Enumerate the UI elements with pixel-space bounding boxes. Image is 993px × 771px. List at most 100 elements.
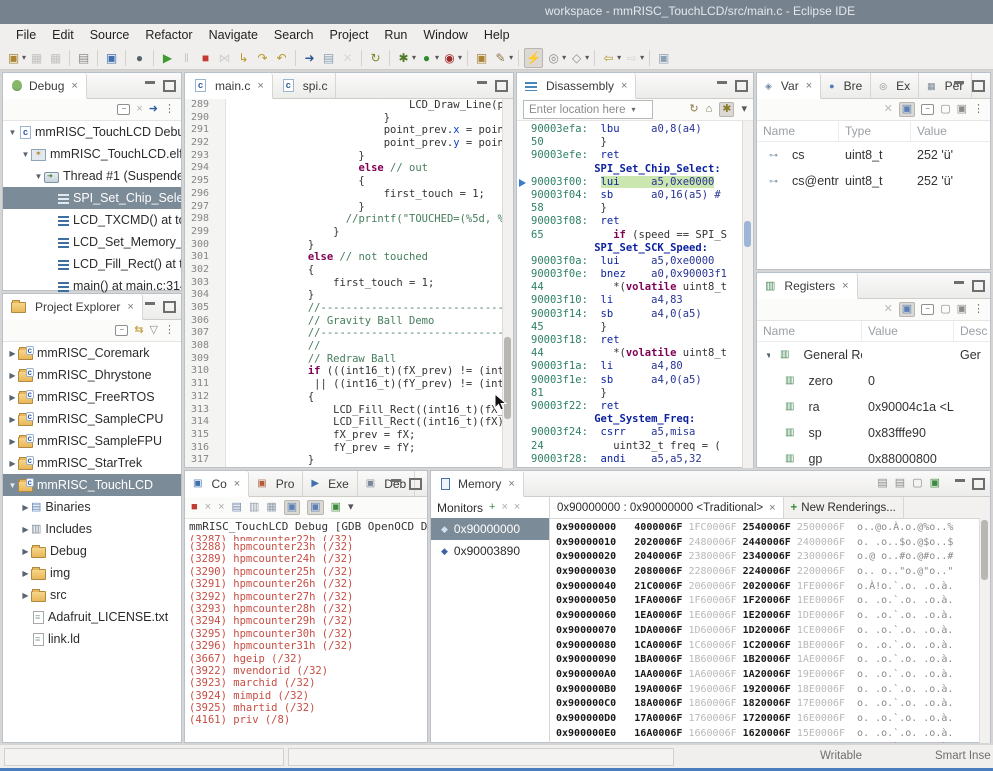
menu-source[interactable]: Source [82, 26, 138, 44]
expander-icon[interactable]: ▶ [7, 393, 18, 402]
editor-tab-spi.c[interactable]: spi.c [273, 73, 337, 98]
minimize-icon[interactable] [955, 479, 965, 482]
code-line-303[interactable]: 303 first_touch = 1; [185, 277, 513, 290]
debug-node-lcd-txcmd-at-tou[interactable]: LCD_TXCMD() at tou [3, 209, 181, 231]
remove-all-launches-icon[interactable]: × [218, 502, 224, 513]
project-node-mmrisc-dhrystone[interactable]: ▶mmRISC_Dhrystone [3, 364, 181, 386]
menu-refactor[interactable]: Refactor [137, 26, 200, 44]
code-line-294[interactable]: 294 else // out [185, 162, 513, 175]
project-node-mmrisc-freertos[interactable]: ▶mmRISC_FreeRTOS [3, 386, 181, 408]
code-line-306[interactable]: 306 // Gravity Ball Demo [185, 315, 513, 328]
annotation-dropdown[interactable]: ▾ [585, 53, 589, 62]
code-line-315[interactable]: 315 fX_prev = fX; [185, 429, 513, 442]
settings-dropdown[interactable]: ▾ [741, 104, 747, 115]
terminate-icon[interactable]: ■ [197, 49, 214, 67]
code-line-310[interactable]: 310 if (((int16_t)(fX_prev) != (int16_t [185, 365, 513, 378]
code-line-314[interactable]: 314 LCD_Fill_Rect((int16_t)(fX), [185, 416, 513, 429]
disassembly-line[interactable]: 90003f0e: bnez a0,0x90003f1 [517, 268, 753, 281]
maximize-icon[interactable] [972, 280, 985, 292]
project-node-mmrisc-samplefpu[interactable]: ▶mmRISC_SampleFPU [3, 430, 181, 452]
collapse-all-icon[interactable]: − [117, 104, 130, 115]
clear-console-icon[interactable]: ▤ [232, 502, 242, 513]
close-icon[interactable]: × [842, 280, 848, 292]
expander-icon[interactable]: ▼ [33, 172, 44, 181]
remove-launch-icon[interactable]: × [205, 502, 211, 513]
menu-run[interactable]: Run [376, 26, 415, 44]
minimize-icon[interactable] [391, 479, 401, 482]
menu-file[interactable]: File [8, 26, 44, 44]
disassembly-line[interactable]: 44 *(volatile uint8_t [517, 347, 753, 360]
tab-problems[interactable]: ▣Pro [249, 471, 303, 496]
menu-window[interactable]: Window [415, 26, 475, 44]
word-wrap-icon[interactable]: ▦ [266, 502, 276, 513]
run-dropdown[interactable]: ▾ [435, 53, 439, 62]
maximize-icon[interactable] [972, 80, 985, 92]
disassembly-line[interactable]: 50 } [517, 136, 753, 149]
project-node-adafruit-license-txt[interactable]: Adafruit_LICENSE.txt [3, 606, 181, 628]
location-input[interactable]: Enter location here ▾ [523, 100, 653, 119]
project-node-mmrisc-samplecpu[interactable]: ▶mmRISC_SampleCPU [3, 408, 181, 430]
disassembly-line[interactable]: 81 } [517, 387, 753, 400]
disassembly-line[interactable]: 90003f10: li a4,83 [517, 294, 753, 307]
forward-dropdown[interactable]: ▾ [640, 53, 644, 62]
memory-row-0x900000E0[interactable]: 0x900000E0 16A0006F 1660006F 1620006F 15… [550, 727, 990, 742]
remove-terminated-icon[interactable]: × [136, 104, 142, 115]
maximize-icon[interactable] [163, 80, 176, 92]
coverage-icon[interactable]: ◉ [441, 49, 458, 67]
code-line-301[interactable]: 301 else // not touched [185, 251, 513, 264]
disassembly-line[interactable]: 90003f14: sb a4,0(a5) [517, 308, 753, 321]
expander-icon[interactable]: ▶ [7, 459, 18, 468]
expander-icon[interactable]: ▶ [20, 503, 31, 512]
close-icon[interactable]: × [806, 80, 812, 92]
code-line-293[interactable]: 293 } [185, 150, 513, 163]
new-wizard-icon[interactable]: ▣ [5, 49, 22, 67]
disassembly-line[interactable]: 90003f04: sb a0,16(a5) # [517, 189, 753, 202]
project-node-mmrisc-startrek[interactable]: ▶mmRISC_StarTrek [3, 452, 181, 474]
tab-memory[interactable]: Memory × [431, 471, 524, 497]
variable-row-cs@entr[interactable]: ⊶cs@entruint8_t252 'ü' [757, 168, 990, 194]
tab-var[interactable]: ◈Var× [757, 73, 821, 99]
memory-row-0x90000060[interactable]: 0x90000060 1EA0006F 1E60006F 1E20006F 1D… [550, 609, 990, 624]
view-menu-icon[interactable]: ⋮ [973, 104, 984, 115]
open-console-icon[interactable]: ▣ [103, 49, 120, 67]
memory-row-0x90000030[interactable]: 0x90000030 2080006F 2280006F 2240006F 22… [550, 565, 990, 580]
project-node-debug[interactable]: ▶Debug [3, 540, 181, 562]
close-icon[interactable]: × [71, 80, 77, 92]
memory-row-0x900000D0[interactable]: 0x900000D0 17A0006F 1760006F 1720006F 16… [550, 712, 990, 727]
disassembly-line[interactable]: 90003f24: csrr a5,misa [517, 426, 753, 439]
minimize-icon[interactable] [477, 81, 487, 84]
disconnect-icon[interactable]: ⋈ [216, 49, 233, 67]
memory-row-0x900000C0[interactable]: 0x900000C0 18A0006F 1860006F 1820006F 17… [550, 697, 990, 712]
register-row-sp[interactable]: ▥sp0x83fffe90 [757, 420, 990, 446]
register-row-general-regi[interactable]: ▼▥General RegiGer [757, 342, 990, 368]
memory-row-0x90000000[interactable]: 0x90000000 4000006F 1FC0006F 2540006F 25… [550, 521, 990, 536]
save-all-icon[interactable]: ▦ [47, 49, 64, 67]
debug-node-lcd-set-memory-w[interactable]: LCD_Set_Memory_W [3, 231, 181, 253]
project-node-link-ld[interactable]: link.ld [3, 628, 181, 650]
disassembly-line[interactable]: 65 if (speed == SPI_S [517, 229, 753, 242]
code-line-317[interactable]: 317 } [185, 454, 513, 467]
project-dropdown[interactable]: ▾ [509, 53, 513, 62]
menu-navigate[interactable]: Navigate [201, 26, 266, 44]
last-edit-location-icon[interactable]: ▣ [655, 49, 672, 67]
filter-icon[interactable]: ▽ [150, 325, 158, 336]
tab-ex[interactable]: ◎Ex [871, 73, 919, 98]
debug-dropdown[interactable]: ▾ [412, 53, 416, 62]
code-line-302[interactable]: 302 { [185, 264, 513, 277]
project-node-includes[interactable]: ▶▥Includes [3, 518, 181, 540]
new-watch-icon[interactable]: ▢ [940, 304, 950, 315]
menu-search[interactable]: Search [266, 26, 322, 44]
back-dropdown[interactable]: ▾ [617, 53, 621, 62]
disassembly-line[interactable]: 24 uint32_t freq = ( [517, 440, 753, 453]
disassembly-line[interactable]: 90003f22: ret [517, 400, 753, 413]
memory-row-0x90000040[interactable]: 0x90000040 21C0006F 2060006F 2020006F 1F… [550, 580, 990, 595]
code-line-292[interactable]: 292 point_prev.y = point.y; [185, 137, 513, 150]
register-row-zero[interactable]: ▥zero0 [757, 368, 990, 394]
memory-monitor-0x90000000[interactable]: ◆0x90000000 [431, 518, 549, 540]
memory-hex-grid[interactable]: 0x90000000 4000006F 1FC0006F 2540006F 25… [550, 519, 990, 743]
disassembly-scrollbar-thumb[interactable] [744, 221, 751, 247]
disassembly-line[interactable]: 90003f1e: sb a4,0(a5) [517, 374, 753, 387]
new-memory-tab-icon[interactable]: ▢ [912, 478, 922, 489]
memory-row-0x90000080[interactable]: 0x90000080 1CA0006F 1C60006F 1C20006F 1B… [550, 639, 990, 654]
code-line-297[interactable]: 297 } [185, 201, 513, 214]
